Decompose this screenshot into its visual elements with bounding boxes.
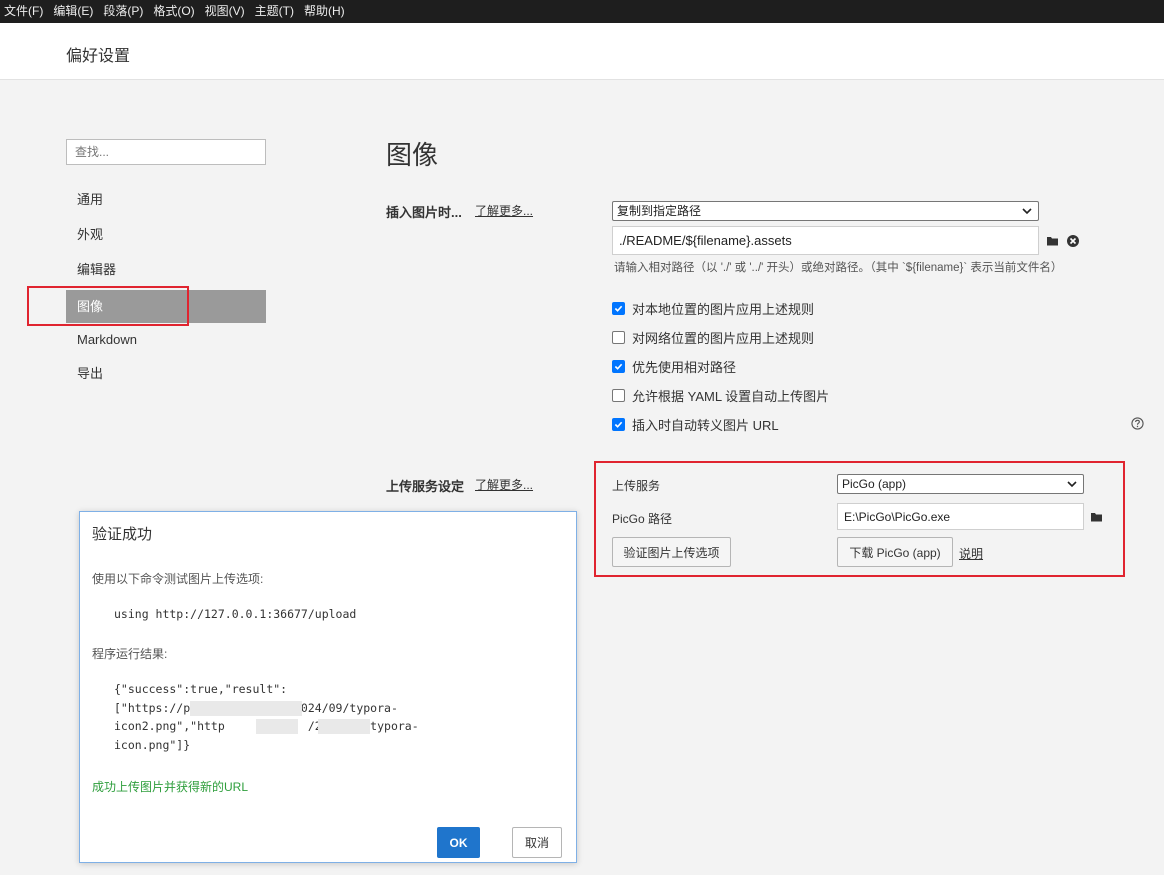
sidebar-item-label: 编辑器 bbox=[77, 262, 117, 277]
checkbox-checked[interactable] bbox=[612, 359, 625, 373]
select-value: 复制到指定路径 bbox=[617, 204, 702, 218]
menu-format[interactable]: 格式(O) bbox=[149, 0, 200, 23]
menu-file[interactable]: 文件(F) bbox=[0, 0, 49, 23]
menu-view[interactable]: 视图(V) bbox=[201, 0, 251, 23]
checkbox-unchecked[interactable] bbox=[612, 330, 625, 344]
result-line: {"success":true,"result": bbox=[114, 682, 288, 696]
sidebar-item-appearance[interactable]: 外观 bbox=[66, 218, 266, 251]
checkbox-row[interactable]: 插入时自动转义图片 URL bbox=[612, 415, 779, 433]
page-title: 偏好设置 bbox=[66, 48, 131, 65]
redacted-region bbox=[256, 719, 298, 734]
clear-icon[interactable] bbox=[1066, 234, 1080, 248]
input-value: ./README/${filename}.assets bbox=[619, 233, 792, 248]
checkbox-label: 对本地位置的图片应用上述规则 bbox=[632, 301, 815, 317]
insert-image-label: 插入图片时... bbox=[386, 205, 462, 220]
menu-help[interactable]: 帮助(H) bbox=[300, 0, 351, 23]
upload-settings-label: 上传服务设定 bbox=[386, 479, 465, 494]
dialog-success-message: 成功上传图片并获得新的URL bbox=[92, 780, 249, 794]
path-hint: 请输入相对路径（以 './' 或 '../' 开头）或绝对路径。（其中 `${f… bbox=[614, 262, 1063, 274]
dialog-command: using http://127.0.0.1:36677/upload bbox=[114, 607, 357, 621]
sidebar-item-export[interactable]: 导出 bbox=[66, 357, 266, 390]
dialog-intro: 使用以下命令测试图片上传选项: bbox=[92, 572, 264, 586]
sidebar-item-label: 导出 bbox=[77, 366, 104, 381]
sidebar-item-editor[interactable]: 编辑器 bbox=[66, 253, 266, 286]
insert-image-learn-more-link[interactable]: 了解更多... bbox=[475, 202, 533, 219]
checkbox-row[interactable]: 优先使用相对路径 bbox=[612, 357, 736, 375]
checkbox-label: 插入时自动转义图片 URL bbox=[632, 417, 779, 433]
result-line: icon.png"]} bbox=[114, 738, 191, 752]
highlight-box-upload-settings bbox=[594, 461, 1125, 577]
verify-success-dialog: 验证成功 使用以下命令测试图片上传选项: using http://127.0.… bbox=[79, 511, 577, 863]
preferences-header: 偏好设置 bbox=[0, 23, 1164, 80]
sidebar-item-label: 外观 bbox=[77, 227, 104, 242]
upload-learn-more-link[interactable]: 了解更多... bbox=[475, 476, 533, 493]
ok-button[interactable]: OK bbox=[437, 827, 480, 858]
help-icon[interactable] bbox=[1131, 417, 1144, 430]
checkbox-row[interactable]: 允许根据 YAML 设置自动上传图片 bbox=[612, 386, 829, 404]
redacted-region bbox=[318, 719, 370, 734]
menu-edit[interactable]: 编辑(E) bbox=[49, 0, 99, 23]
highlight-box-image-nav bbox=[27, 286, 189, 326]
menu-theme[interactable]: 主题(T) bbox=[251, 0, 300, 23]
checkbox-label: 优先使用相对路径 bbox=[632, 359, 737, 375]
insert-image-action-select[interactable]: 复制到指定路径 bbox=[612, 201, 1039, 221]
check-icon bbox=[614, 305, 623, 312]
check-icon bbox=[614, 363, 623, 370]
checkbox-row[interactable]: 对网络位置的图片应用上述规则 bbox=[612, 328, 814, 346]
sidebar-item-label: Markdown bbox=[77, 332, 137, 347]
chevron-down-icon bbox=[1022, 208, 1032, 215]
check-icon bbox=[614, 421, 623, 428]
menu-bar: 文件(F) 编辑(E) 段落(P) 格式(O) 视图(V) 主题(T) 帮助(H… bbox=[0, 0, 1164, 23]
dialog-result-label: 程序运行结果: bbox=[92, 647, 168, 661]
image-path-input[interactable]: ./README/${filename}.assets bbox=[612, 226, 1039, 255]
checkbox-checked[interactable] bbox=[612, 417, 625, 431]
sidebar-item-markdown[interactable]: Markdown bbox=[66, 323, 266, 356]
cancel-button[interactable]: 取消 bbox=[512, 827, 562, 858]
checkbox-label: 对网络位置的图片应用上述规则 bbox=[632, 330, 815, 346]
redacted-region bbox=[190, 701, 302, 716]
checkbox-label: 允许根据 YAML 设置自动上传图片 bbox=[632, 388, 830, 404]
checkbox-checked[interactable] bbox=[612, 301, 625, 315]
search-input[interactable] bbox=[66, 139, 266, 165]
menu-paragraph[interactable]: 段落(P) bbox=[99, 0, 149, 23]
sidebar-item-general[interactable]: 通用 bbox=[66, 183, 266, 216]
section-title: 图像 bbox=[386, 140, 439, 170]
checkbox-unchecked[interactable] bbox=[612, 388, 625, 402]
sidebar-item-label: 通用 bbox=[77, 192, 104, 207]
checkbox-row[interactable]: 对本地位置的图片应用上述规则 bbox=[612, 299, 814, 317]
dialog-title: 验证成功 bbox=[92, 526, 153, 543]
folder-icon[interactable] bbox=[1046, 234, 1060, 248]
